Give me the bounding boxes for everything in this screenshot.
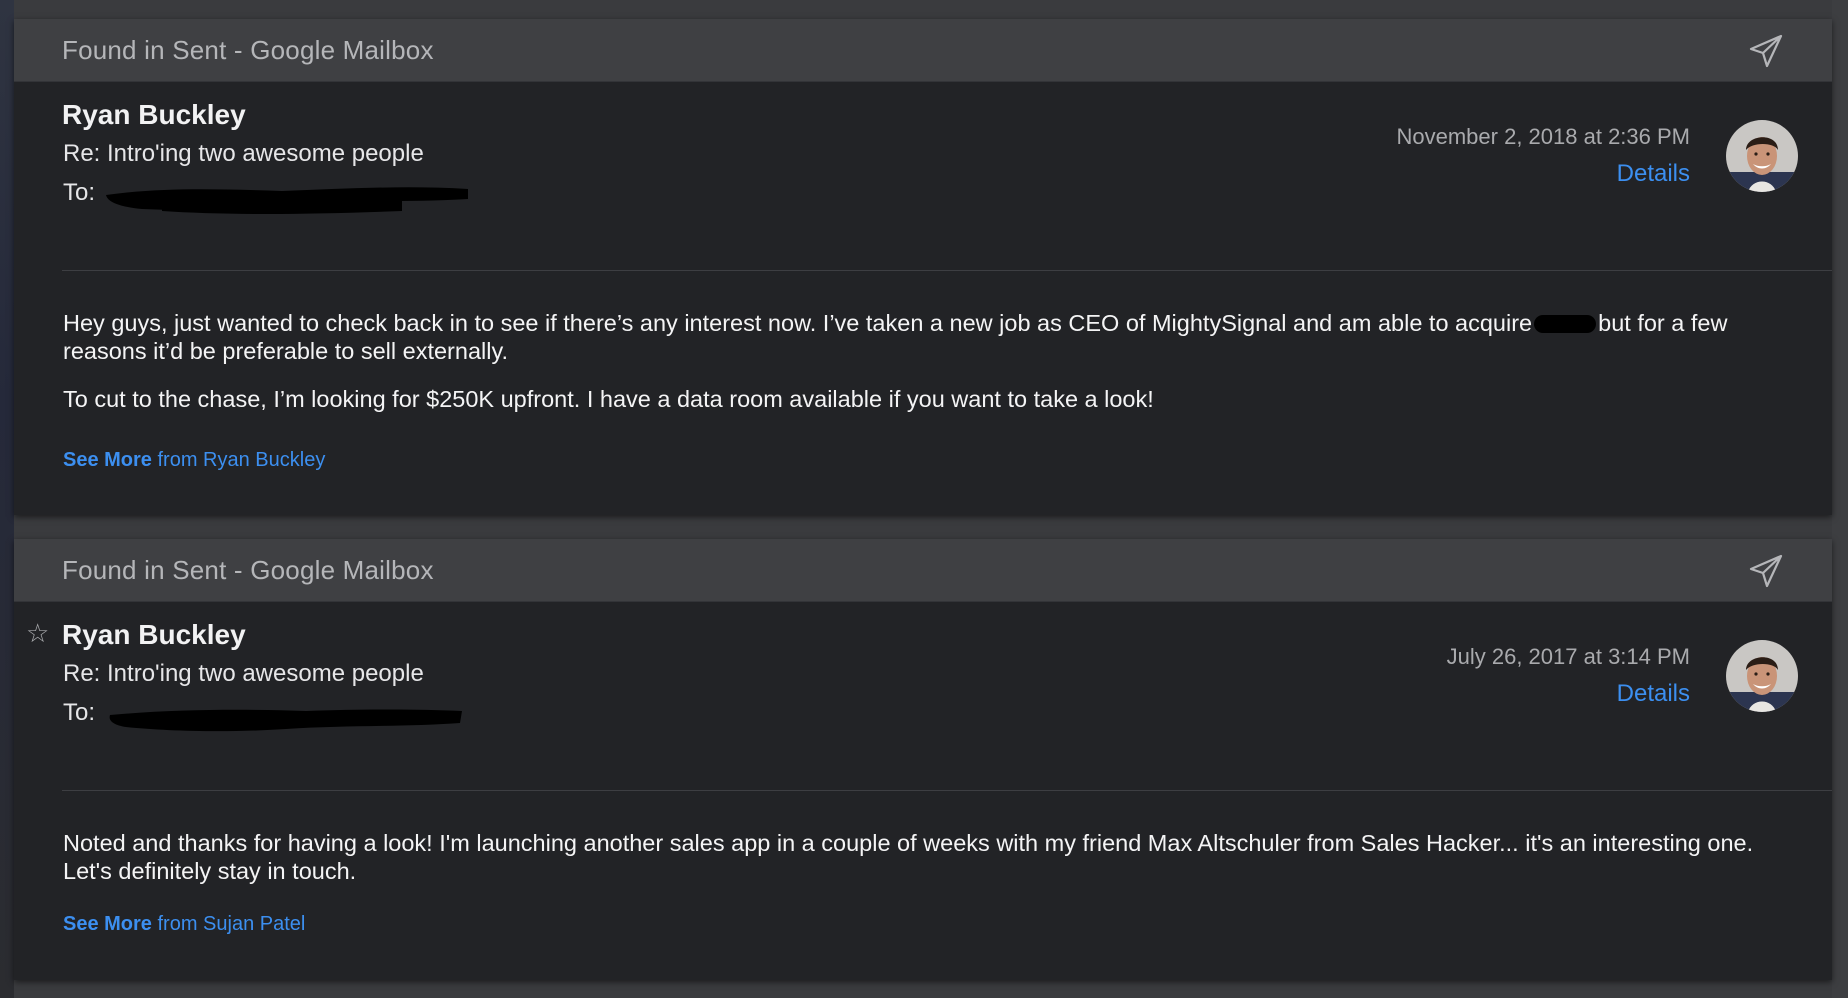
message-date: July 26, 2017 at 3:14 PM <box>1446 644 1690 669</box>
redacted-recipients <box>106 187 468 214</box>
see-more-link[interactable]: See More from Sujan Patel <box>63 913 305 936</box>
mailbox-source-label: Found in Sent - Google Mailbox <box>62 555 434 585</box>
message-header: Found in Sent - Google Mailbox <box>14 539 1832 602</box>
message-divider <box>62 790 1832 791</box>
see-more-label: See More <box>63 449 152 471</box>
sender-name: Ryan Buckley <box>62 619 246 650</box>
see-more-sender: from Sujan Patel <box>157 913 306 935</box>
details-link[interactable]: Details <box>1617 160 1690 188</box>
message-body: Noted and thanks for having a look! I'm … <box>63 829 1793 885</box>
window-edge <box>1832 0 1848 998</box>
body-paragraph: To cut to the chase, I’m looking for $25… <box>63 386 1154 412</box>
message-divider <box>62 270 1832 271</box>
message-card-1[interactable]: Found in Sent - Google Mailbox Ryan Buck… <box>14 19 1832 515</box>
sender-name: Ryan Buckley <box>62 99 246 130</box>
subject-line: Re: Intro'ing two awesome people <box>63 140 424 167</box>
see-more-label: See More <box>63 913 152 935</box>
desktop-background <box>0 0 14 998</box>
redacted-company <box>1534 315 1597 333</box>
avatar <box>1726 640 1798 712</box>
star-icon[interactable]: ☆ <box>26 618 49 649</box>
message-date: November 2, 2018 at 2:36 PM <box>1396 124 1691 149</box>
avatar <box>1726 120 1798 192</box>
subject-line: Re: Intro'ing two awesome people <box>63 660 424 687</box>
message-header: Found in Sent - Google Mailbox <box>14 19 1832 82</box>
details-link[interactable]: Details <box>1617 680 1690 708</box>
redacted-recipients <box>109 709 462 732</box>
send-icon <box>1749 34 1783 68</box>
see-more-sender: from Ryan Buckley <box>157 449 326 471</box>
message-card-2[interactable]: Found in Sent - Google Mailbox ☆ Ryan Bu… <box>14 539 1832 980</box>
see-more-link[interactable]: See More from Ryan Buckley <box>63 449 325 472</box>
to-label: To: <box>63 699 96 726</box>
mailbox-source-label: Found in Sent - Google Mailbox <box>62 35 434 65</box>
body-paragraph: Noted and thanks for having a look! I'm … <box>63 830 1754 884</box>
to-label: To: <box>63 179 96 206</box>
body-text-part: Hey guys, just wanted to check back in t… <box>63 310 1533 336</box>
send-icon <box>1749 554 1783 588</box>
message-body: Hey guys, just wanted to check back in t… <box>63 309 1793 413</box>
